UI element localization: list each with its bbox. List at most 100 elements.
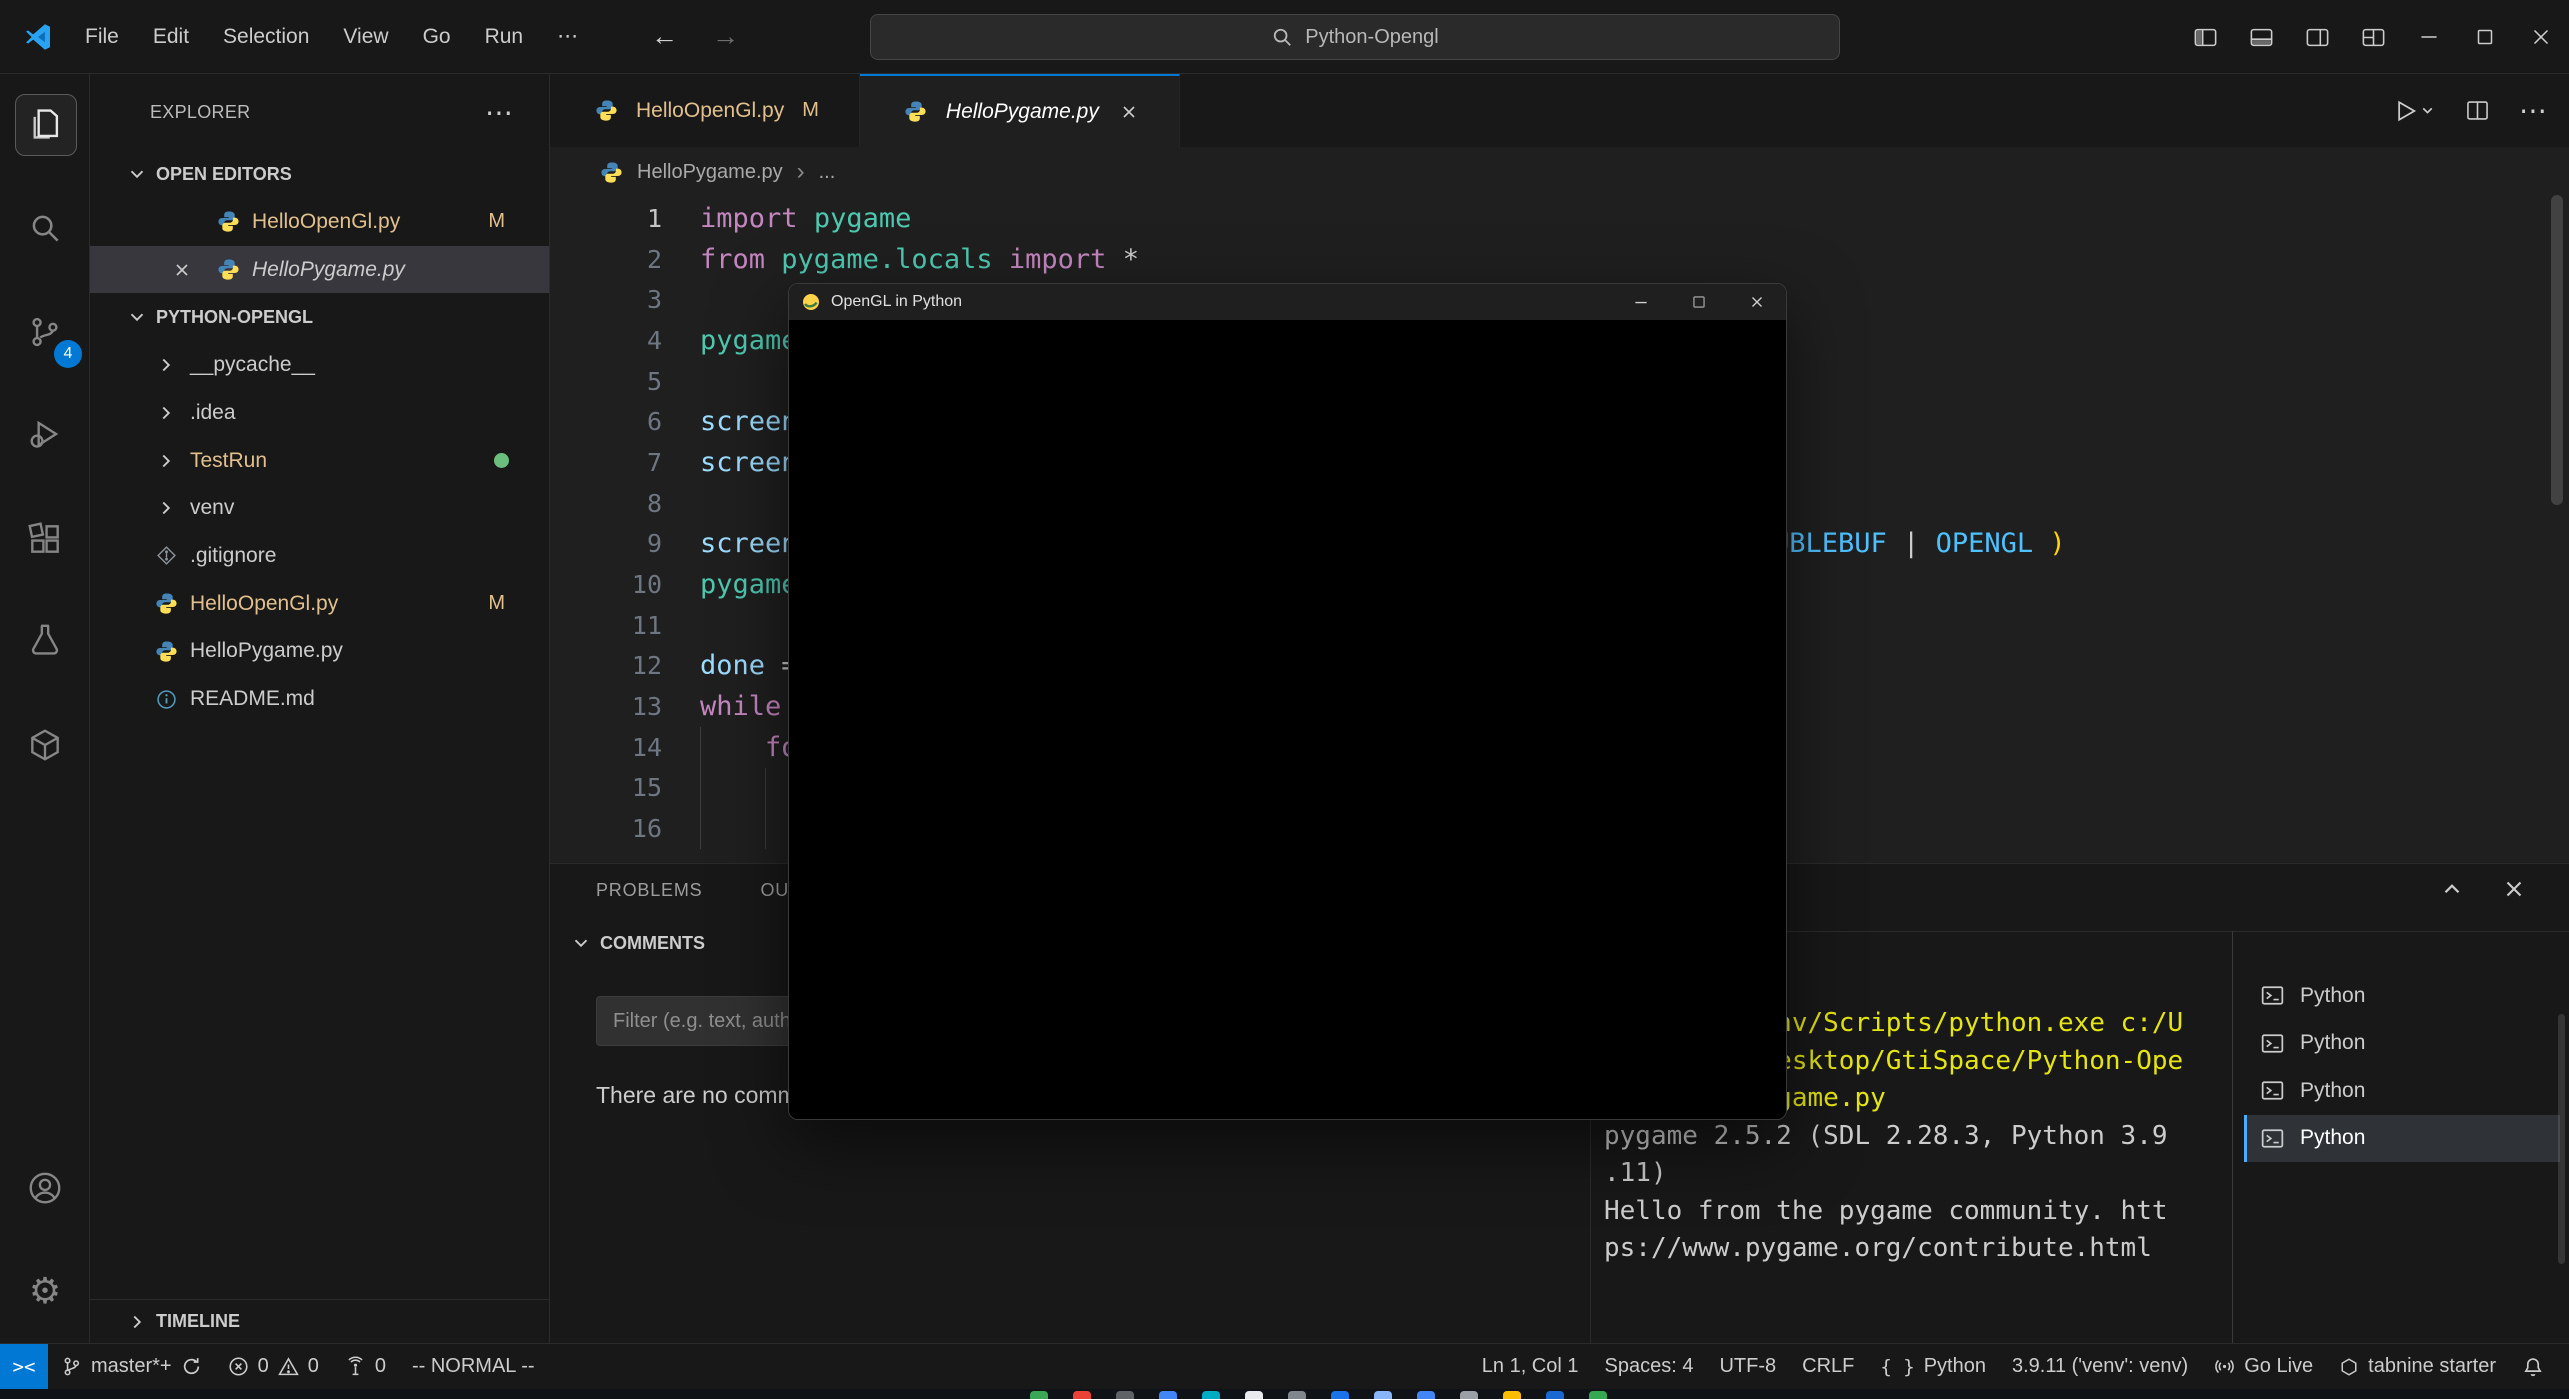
toggle-panel-icon[interactable] (2233, 0, 2289, 74)
taskbar-app-icon[interactable] (1073, 1391, 1091, 1399)
taskbar-app-icon[interactable] (1288, 1391, 1306, 1399)
taskbar-app-icon[interactable] (1503, 1391, 1521, 1399)
line-number[interactable]: 11 (550, 611, 662, 640)
activity-testing[interactable] (0, 602, 90, 678)
menu-view[interactable]: View (326, 14, 405, 60)
project-header[interactable]: PYTHON-OPENGL (90, 293, 549, 341)
activity-extensions[interactable] (0, 501, 90, 577)
terminal-scrollbar[interactable] (2558, 1014, 2565, 1264)
customize-layout-icon[interactable] (2345, 0, 2401, 74)
taskbar-app-icon[interactable] (1374, 1391, 1392, 1399)
line-number[interactable]: 8 (550, 489, 662, 518)
pygame-window-titlebar[interactable]: OpenGL in Python (789, 284, 1786, 320)
window-minimize-icon[interactable] (2401, 0, 2457, 74)
back-arrow-icon[interactable]: ← (651, 21, 678, 52)
panel-close-icon[interactable] (2501, 876, 2527, 902)
menu-file[interactable]: File (68, 14, 136, 60)
pygame-canvas[interactable] (789, 320, 1786, 1120)
code-line[interactable]: 2from pygame.locals import * (550, 239, 2569, 280)
run-file-button[interactable] (2391, 97, 2436, 125)
cursor-position-item[interactable]: Ln 1, Col 1 (1469, 1344, 1592, 1389)
explorer-item[interactable]: TestRun (90, 437, 549, 485)
window-maximize-icon[interactable] (2457, 0, 2513, 74)
python-interpreter-item[interactable]: 3.9.11 ('venv': venv) (1999, 1344, 2201, 1389)
sync-icon[interactable] (181, 1356, 202, 1377)
line-number[interactable]: 6 (550, 407, 662, 436)
line-number[interactable]: 16 (550, 814, 662, 843)
open-editor-item[interactable]: HelloOpenGl.pyM (90, 198, 549, 246)
activity-search[interactable] (0, 190, 90, 266)
activity-account[interactable] (0, 1150, 90, 1226)
maximize-icon[interactable] (1670, 284, 1728, 320)
taskbar-app-icon[interactable] (1245, 1391, 1263, 1399)
split-editor-icon[interactable] (2464, 97, 2491, 124)
minimize-icon[interactable] (1612, 284, 1670, 320)
taskbar-app-icon[interactable] (1030, 1391, 1048, 1399)
editor-scrollbar[interactable] (2551, 195, 2563, 505)
menu-selection[interactable]: Selection (206, 14, 326, 60)
line-number[interactable]: 3 (550, 285, 662, 314)
remote-indicator[interactable]: >< (0, 1344, 48, 1389)
line-number[interactable]: 2 (550, 245, 662, 274)
line-number[interactable]: 7 (550, 448, 662, 477)
notifications-item[interactable] (2509, 1344, 2557, 1389)
activity-remote-explorer[interactable] (0, 707, 90, 783)
breadcrumb-file[interactable]: HelloPygame.py (637, 161, 783, 184)
ports-item[interactable]: 0 (332, 1344, 399, 1389)
menu-more[interactable]: ⋯ (540, 14, 595, 60)
line-number[interactable]: 13 (550, 692, 662, 721)
line-number[interactable]: 1 (550, 204, 662, 233)
line-number[interactable]: 9 (550, 529, 662, 558)
vim-mode-item[interactable]: -- NORMAL -- (399, 1344, 548, 1389)
line-number[interactable]: 10 (550, 570, 662, 599)
more-actions-icon[interactable]: ⋯ (2519, 94, 2547, 127)
explorer-item[interactable]: __pycache__ (90, 341, 549, 389)
breadcrumb-symbol[interactable]: ... (819, 161, 836, 184)
taskbar-app-icon[interactable] (1460, 1391, 1478, 1399)
terminal-instance[interactable]: Python (2244, 972, 2560, 1020)
open-editors-header[interactable]: OPEN EDITORS (90, 150, 549, 198)
explorer-item[interactable]: HelloOpenGl.pyM (90, 580, 549, 628)
explorer-item[interactable]: HelloPygame.py (90, 628, 549, 676)
panel-maximize-icon[interactable] (2439, 876, 2465, 902)
git-branch-item[interactable]: master*+ (48, 1344, 215, 1389)
close-icon[interactable] (172, 260, 212, 280)
pygame-app-window[interactable]: OpenGL in Python (788, 283, 1787, 1120)
forward-arrow-icon[interactable]: → (712, 21, 739, 52)
language-mode-item[interactable]: { } Python (1867, 1344, 1999, 1389)
taskbar-app-icon[interactable] (1331, 1391, 1349, 1399)
terminal-instance[interactable]: Python (2244, 1115, 2560, 1163)
taskbar-app-icon[interactable] (1159, 1391, 1177, 1399)
line-number[interactable]: 4 (550, 326, 662, 355)
comments-section-header[interactable]: COMMENTS (570, 932, 705, 954)
activity-settings[interactable]: ⚙ (0, 1253, 90, 1329)
taskbar-app-icon[interactable] (1202, 1391, 1220, 1399)
explorer-item[interactable]: venv (90, 484, 549, 532)
terminal-instance[interactable]: Python (2244, 1020, 2560, 1068)
activity-source-control[interactable]: 4 (0, 294, 90, 370)
code-line[interactable]: 1import pygame (550, 198, 2569, 239)
explorer-item[interactable]: .idea (90, 389, 549, 437)
taskbar-app-icon[interactable] (1589, 1391, 1607, 1399)
activity-explorer[interactable] (0, 86, 90, 162)
menu-run[interactable]: Run (468, 14, 541, 60)
toggle-secondary-sidebar-icon[interactable] (2289, 0, 2345, 74)
editor-tab[interactable]: HelloOpenGl.pyM (550, 74, 860, 147)
taskbar-app-icon[interactable] (1116, 1391, 1134, 1399)
indentation-item[interactable]: Spaces: 4 (1592, 1344, 1707, 1389)
taskbar-app-icon[interactable] (1417, 1391, 1435, 1399)
menu-go[interactable]: Go (406, 14, 468, 60)
problems-item[interactable]: 0 0 (215, 1344, 332, 1389)
open-editor-item[interactable]: HelloPygame.py (90, 246, 549, 294)
terminal-list-sash[interactable] (2232, 931, 2233, 1344)
line-number[interactable]: 5 (550, 367, 662, 396)
breadcrumb[interactable]: HelloPygame.py › ... (550, 147, 835, 197)
editor-tab[interactable]: HelloPygame.py (860, 74, 1180, 147)
terminal-instance[interactable]: Python (2244, 1067, 2560, 1115)
line-number[interactable]: 15 (550, 773, 662, 802)
tabnine-item[interactable]: tabnine starter (2326, 1344, 2509, 1389)
command-center-search[interactable]: Python-Opengl (870, 14, 1840, 60)
eol-item[interactable]: CRLF (1789, 1344, 1867, 1389)
activity-run-debug[interactable] (0, 396, 90, 472)
go-live-item[interactable]: Go Live (2201, 1344, 2326, 1389)
